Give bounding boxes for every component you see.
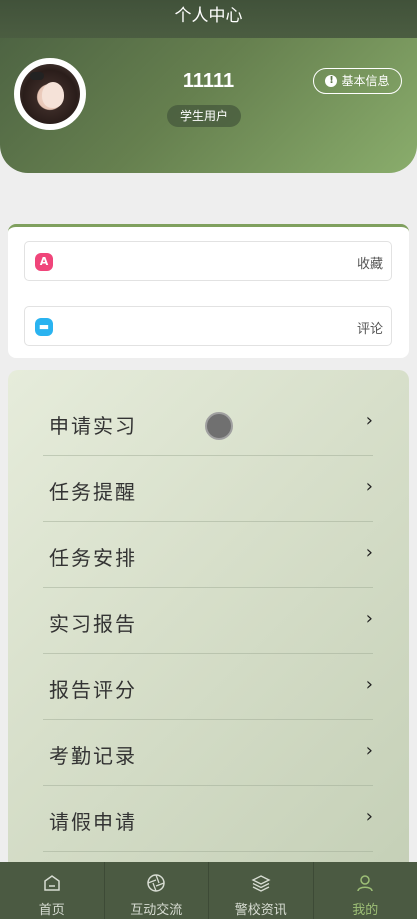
menu-item-report-grading[interactable]: 报告评分 › (43, 654, 373, 720)
chevron-right-icon: › (365, 674, 373, 695)
basic-info-button[interactable]: ! 基本信息 (313, 68, 402, 94)
chevron-right-icon: › (365, 542, 373, 563)
menu-card: 申请实习 › 任务提醒 › 任务安排 › 实习报告 › 报告评分 › 考勤记录 … (8, 370, 409, 870)
menu-item-task-schedule[interactable]: 任务安排 › (43, 522, 373, 588)
chevron-right-icon: › (365, 740, 373, 761)
comments-label: 评论 (356, 322, 383, 337)
quick-links-card: A 收藏 ▬ 评论 (8, 224, 409, 358)
avatar[interactable] (14, 58, 86, 130)
role-badge: 学生用户 (167, 105, 241, 127)
user-icon (357, 875, 373, 892)
comments-row[interactable]: ▬ 评论 (24, 306, 392, 346)
chevron-right-icon: › (365, 476, 373, 497)
chevron-right-icon: › (365, 806, 373, 827)
bookmark-icon: A (35, 253, 53, 271)
info-icon: ! (325, 75, 338, 87)
tab-interaction[interactable]: 互动交流 (105, 862, 209, 919)
layers-icon (251, 875, 271, 892)
tab-home[interactable]: 首页 (0, 862, 105, 919)
home-icon (44, 875, 60, 891)
tab-mine[interactable]: 我的 (314, 862, 417, 919)
menu-item-internship-report[interactable]: 实习报告 › (43, 588, 373, 654)
menu-item-task-reminder[interactable]: 任务提醒 › (43, 456, 373, 522)
menu-item-leave-request[interactable]: 请假申请 › (43, 786, 373, 852)
tab-news[interactable]: 警校资讯 (209, 862, 314, 919)
basic-info-label: 基本信息 (341, 74, 390, 88)
chevron-right-icon: › (365, 410, 373, 431)
bottom-tabbar: 首页 互动交流 警校资讯 我的 (0, 862, 417, 919)
touch-cursor-indicator (205, 412, 233, 440)
chevron-right-icon: › (365, 608, 373, 629)
favorites-label: 收藏 (356, 257, 383, 272)
menu-item-attendance[interactable]: 考勤记录 › (43, 720, 373, 786)
comment-icon: ▬ (35, 318, 53, 336)
favorites-row[interactable]: A 收藏 (24, 241, 392, 281)
profile-card: 11111 学生用户 ! 基本信息 (0, 38, 417, 173)
page-title: 个人中心 (0, 0, 417, 38)
aperture-icon (147, 874, 165, 892)
